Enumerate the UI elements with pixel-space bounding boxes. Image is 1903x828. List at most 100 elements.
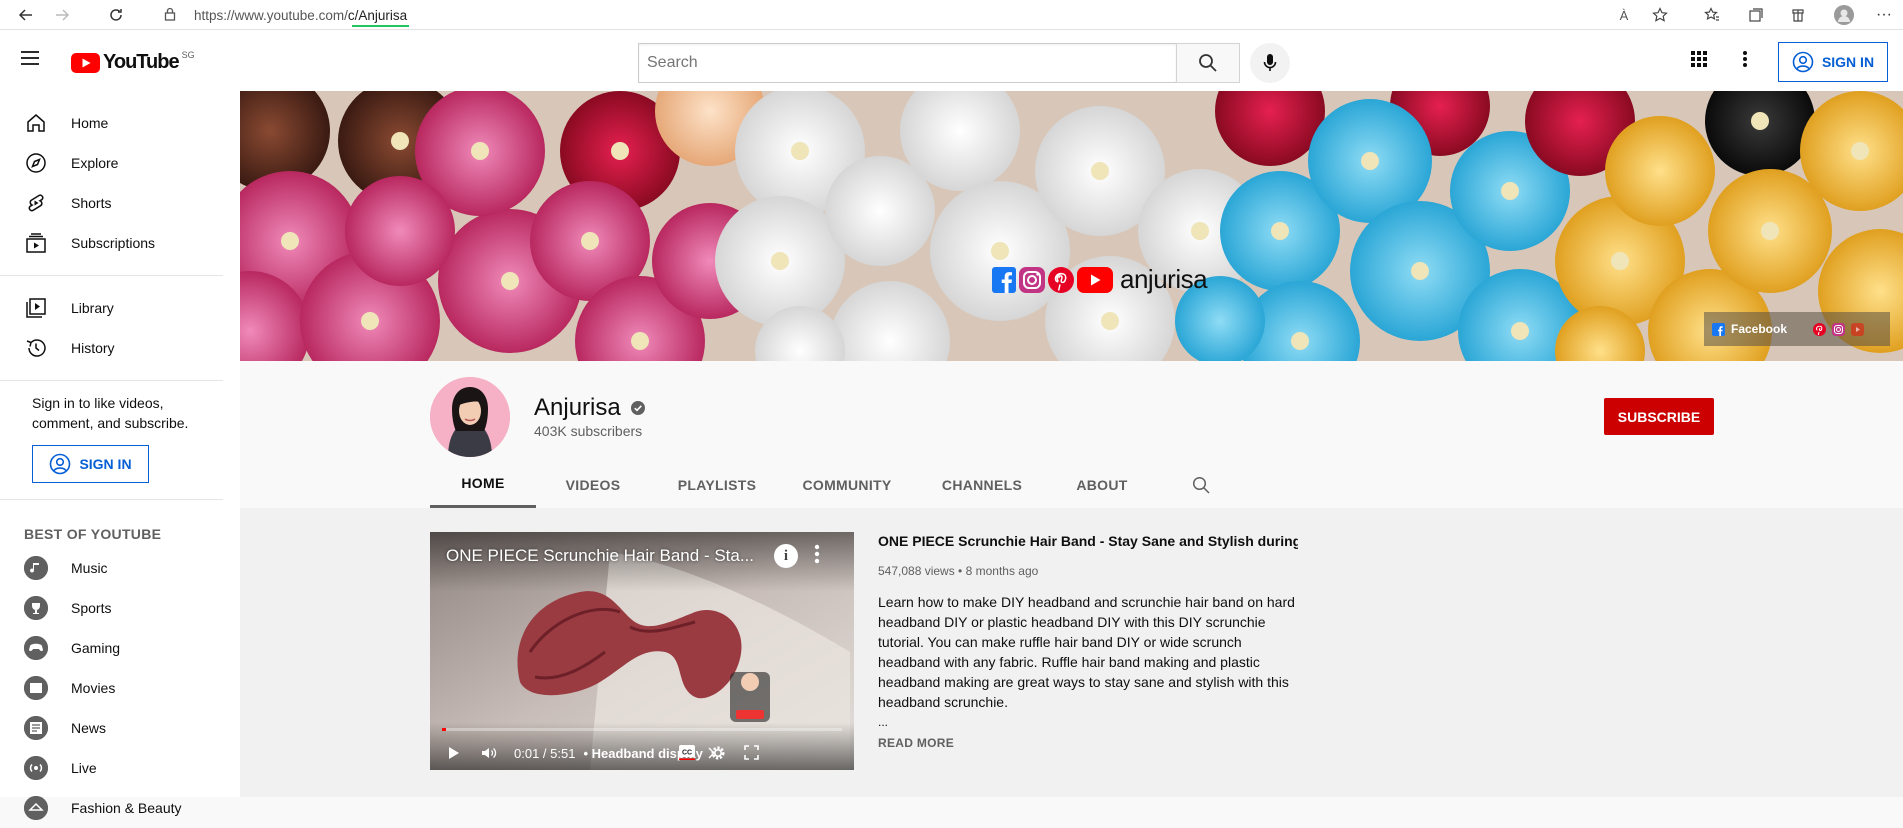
sidebar-item-label: Movies: [71, 680, 116, 696]
description-ellipsis: ...: [878, 715, 889, 729]
sidebar-sign-in-button[interactable]: SIGN IN: [32, 445, 149, 483]
video-progress-bar[interactable]: [442, 728, 842, 731]
voice-search-button[interactable]: [1250, 43, 1290, 83]
sidebar-item-fashion-beauty[interactable]: Fashion & Beauty: [0, 788, 240, 828]
fullscreen-icon[interactable]: [744, 745, 759, 760]
trophy-icon: [24, 596, 48, 620]
more-options-icon[interactable]: [1742, 50, 1748, 68]
banner-handle-text: anjurisa: [1120, 264, 1208, 294]
volume-icon[interactable]: [478, 746, 500, 760]
sidebar-item-label: Sports: [71, 600, 112, 616]
facebook-link-icon[interactable]: [1712, 322, 1725, 336]
menu-icon[interactable]: [20, 50, 40, 66]
sidebar: Home Explore Shorts Subscriptions Librar…: [0, 91, 240, 820]
tab-home[interactable]: HOME: [430, 461, 536, 508]
sidebar-item-home[interactable]: Home: [0, 103, 240, 143]
featured-video-title[interactable]: ONE PIECE Scrunchie Hair Band - Stay San…: [878, 532, 1298, 550]
featured-video-player[interactable]: ONE PIECE Scrunchie Hair Band - Sta... i…: [430, 532, 854, 770]
history-icon: [24, 336, 48, 360]
browser-toolbar: https://www.youtube.com/c/Anjurisa À ··…: [0, 0, 1903, 30]
description-text: Learn how to make DIY headband and scrun…: [878, 594, 1295, 710]
sidebar-item-label: Home: [71, 115, 109, 131]
facebook-link[interactable]: Facebook: [1731, 322, 1787, 336]
player-video-title[interactable]: ONE PIECE Scrunchie Hair Band - Sta...: [446, 546, 754, 566]
pinterest-link-icon[interactable]: [1813, 322, 1827, 336]
sidebar-item-music[interactable]: Music: [0, 548, 240, 588]
channel-home-content: ONE PIECE Scrunchie Hair Band - Sta... i…: [240, 508, 1903, 797]
sidebar-item-live[interactable]: Live: [0, 748, 240, 788]
video-frame-image: [430, 532, 854, 770]
logo-word: YouTube: [103, 51, 180, 73]
player-more-icon[interactable]: [814, 544, 820, 564]
search-button[interactable]: [1176, 43, 1240, 83]
channel-avatar[interactable]: [430, 377, 510, 457]
best-of-youtube-heading: BEST OF YOUTUBE: [24, 526, 162, 542]
subscriber-count: 403K subscribers: [534, 423, 643, 439]
extensions-icon[interactable]: [1782, 0, 1814, 30]
banner-social-handle: anjurisa: [992, 264, 1208, 295]
sidebar-item-history[interactable]: History: [0, 328, 240, 368]
captions-icon[interactable]: CC: [678, 744, 696, 760]
region-label: SG: [181, 49, 195, 60]
url-text: https://www.youtube.com/c/Anjurisa: [194, 8, 410, 27]
profile-avatar-icon[interactable]: [1828, 0, 1860, 30]
youtube-logo[interactable]: YouTube SG: [71, 49, 195, 74]
sidebar-item-explore[interactable]: Explore: [0, 143, 240, 183]
tab-about[interactable]: ABOUT: [1050, 461, 1154, 508]
sidebar-item-movies[interactable]: Movies: [0, 668, 240, 708]
sidebar-item-library[interactable]: Library: [0, 288, 240, 328]
sidebar-item-label: Gaming: [71, 640, 121, 656]
tab-playlists[interactable]: PLAYLISTS: [650, 461, 784, 508]
add-favorite-icon[interactable]: [1644, 0, 1676, 30]
music-icon: [24, 556, 48, 580]
sidebar-item-gaming[interactable]: Gaming: [0, 628, 240, 668]
sign-in-button[interactable]: SIGN IN: [1778, 42, 1888, 82]
sidebar-item-label: Library: [71, 300, 114, 316]
sidebar-item-subscriptions[interactable]: Subscriptions: [0, 223, 240, 263]
channel-search-icon[interactable]: [1192, 461, 1210, 508]
gaming-icon: [24, 636, 48, 660]
collections-icon[interactable]: [1740, 0, 1772, 30]
sidebar-item-label: Subscriptions: [71, 235, 156, 251]
back-icon[interactable]: [10, 0, 42, 30]
refresh-icon[interactable]: [100, 0, 132, 30]
address-bar[interactable]: https://www.youtube.com/c/Anjurisa: [148, 3, 1648, 27]
read-aloud-icon[interactable]: À: [1608, 0, 1640, 30]
sidebar-item-label: Live: [71, 760, 97, 776]
info-icon[interactable]: i: [774, 544, 798, 568]
sidebar-item-shorts[interactable]: Shorts: [0, 183, 240, 223]
movies-icon: [24, 676, 48, 700]
sidebar-item-label: Music: [71, 560, 108, 576]
sidebar-item-label: Shorts: [71, 195, 112, 211]
video-time: 0:01 / 5:51: [514, 745, 576, 761]
subscribe-button[interactable]: SUBSCRIBE: [1604, 398, 1714, 435]
instagram-icon: [1019, 266, 1045, 293]
play-icon[interactable]: [430, 746, 478, 760]
channel-header: Anjurisa 403K subscribers SUBSCRIBE HOME…: [240, 361, 1903, 508]
featured-video-meta: 547,088 views • 8 months ago: [878, 564, 1039, 578]
tab-channels[interactable]: CHANNELS: [914, 461, 1050, 508]
sidebar-divider: [0, 499, 223, 500]
read-more-button[interactable]: READ MORE: [878, 736, 1298, 750]
search-input[interactable]: [638, 43, 1176, 83]
avatar-image: [430, 377, 510, 457]
sidebar-item-sports[interactable]: Sports: [0, 588, 240, 628]
home-icon: [24, 111, 48, 135]
tab-videos[interactable]: VIDEOS: [536, 461, 650, 508]
sidebar-item-news[interactable]: News: [0, 708, 240, 748]
search-bar: [638, 43, 1240, 83]
tab-community[interactable]: COMMUNITY: [794, 461, 900, 508]
progress-fill: [442, 728, 446, 731]
channel-name-row: Anjurisa: [534, 394, 645, 422]
instagram-link-icon[interactable]: [1832, 322, 1846, 336]
library-icon: [24, 296, 48, 320]
featured-video-info: ONE PIECE Scrunchie Hair Band - Stay San…: [878, 532, 1298, 750]
browser-menu-icon[interactable]: ···: [1868, 0, 1900, 30]
forward-icon[interactable]: [46, 0, 78, 30]
apps-grid-icon[interactable]: [1690, 50, 1708, 68]
sidebar-divider: [0, 275, 223, 276]
settings-gear-icon[interactable]: [710, 745, 726, 761]
youtube-link-icon[interactable]: [1851, 322, 1865, 336]
microphone-icon: [1263, 54, 1277, 71]
favorites-icon[interactable]: [1696, 0, 1728, 30]
